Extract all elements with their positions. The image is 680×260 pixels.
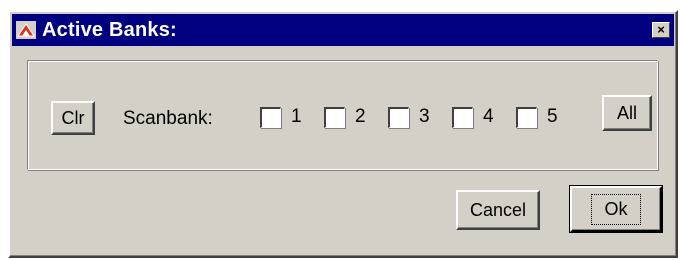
bank-checkbox-4[interactable]: 4 bbox=[452, 106, 494, 128]
bank-checkbox-2[interactable]: 2 bbox=[324, 106, 366, 128]
ok-button-label: Ok bbox=[591, 193, 641, 225]
bank-checkbox-5[interactable]: 5 bbox=[516, 106, 558, 128]
cancel-button[interactable]: Cancel bbox=[456, 190, 540, 230]
checkbox-box[interactable] bbox=[452, 106, 473, 128]
window-title: Active Banks: bbox=[42, 18, 177, 41]
all-button[interactable]: All bbox=[602, 95, 652, 131]
title-bar[interactable]: Active Banks: × bbox=[12, 14, 674, 46]
close-button[interactable]: × bbox=[652, 22, 670, 38]
checkbox-box[interactable] bbox=[516, 106, 537, 128]
ok-button[interactable]: Ok bbox=[569, 185, 663, 233]
app-icon bbox=[16, 20, 36, 40]
checkbox-label: 5 bbox=[547, 106, 558, 127]
scanbank-label: Scanbank: bbox=[123, 108, 213, 129]
checkbox-label: 4 bbox=[483, 106, 494, 127]
checkbox-box[interactable] bbox=[388, 106, 409, 128]
clear-button[interactable]: Clr bbox=[51, 101, 95, 135]
checkbox-box[interactable] bbox=[260, 106, 281, 128]
close-icon: × bbox=[657, 22, 665, 37]
checkbox-label: 1 bbox=[291, 106, 302, 127]
bank-checkbox-1[interactable]: 1 bbox=[260, 106, 302, 128]
bank-checkbox-3[interactable]: 3 bbox=[388, 106, 430, 128]
checkbox-box[interactable] bbox=[324, 106, 345, 128]
active-banks-dialog: Active Banks: × Clr Scanbank: 1 2 3 4 5 … bbox=[8, 10, 678, 258]
checkbox-label: 3 bbox=[419, 106, 430, 127]
checkbox-label: 2 bbox=[355, 106, 366, 127]
scanbank-group: Clr Scanbank: 1 2 3 4 5 All bbox=[27, 60, 658, 170]
